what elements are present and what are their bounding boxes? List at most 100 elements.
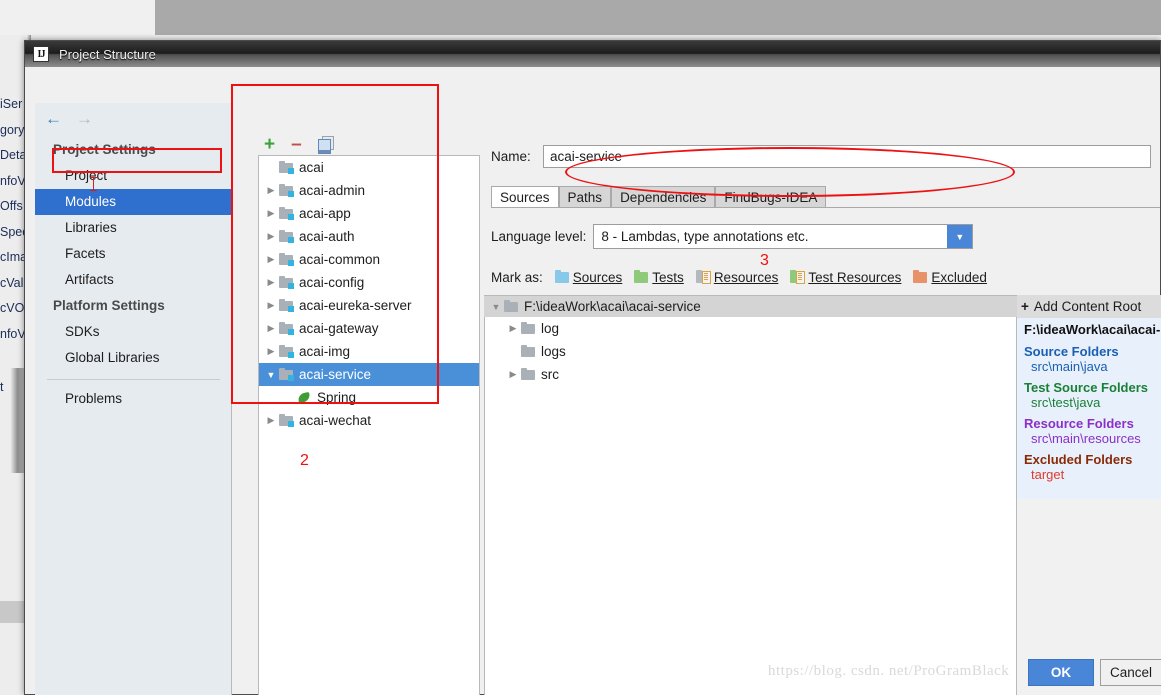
module-tree-row[interactable]: acai: [259, 156, 479, 179]
content-root-header[interactable]: ▼ F:\ideaWork\acai\acai-service: [484, 295, 1017, 317]
twisty-collapsed-icon[interactable]: ▶: [263, 323, 279, 334]
sidebar-item-global-libraries[interactable]: Global Libraries: [35, 345, 232, 371]
language-level-dropdown[interactable]: 8 - Lambdas, type annotations etc. ▼: [593, 224, 974, 249]
copy-module-icon[interactable]: [317, 136, 334, 154]
module-tree-label: acai-service: [299, 367, 372, 382]
background-code-label: gory: [0, 122, 24, 137]
background-code-list: iSer gory Deta nfoV Offs Spec cIma cValu cVO nfoV…: [0, 92, 24, 401]
twisty-collapsed-icon[interactable]: ▶: [263, 415, 279, 426]
twisty-collapsed-icon[interactable]: ▶: [263, 208, 279, 219]
sidebar-item-facets[interactable]: Facets: [35, 241, 232, 267]
folders-section: Source Folders src\main\java: [1017, 341, 1161, 377]
module-tree-row[interactable]: ▶ acai-app: [259, 202, 479, 225]
add-content-root-label: Add Content Root: [1033, 299, 1142, 314]
dialog-titlebar[interactable]: IJ Project Structure: [25, 41, 1160, 67]
background-code-label: nfoV: [0, 326, 24, 341]
mark-as-label-text: Resources: [713, 270, 779, 285]
content-root-folder-row[interactable]: logs: [485, 340, 1016, 363]
background-scrollbar-thumb-lower[interactable]: [0, 601, 24, 623]
background-code-label: nfoV: [0, 173, 24, 188]
module-folder-icon: [279, 183, 294, 197]
tab-dependencies[interactable]: Dependencies: [611, 186, 716, 208]
module-tree-label: Spring: [317, 390, 357, 405]
twisty-collapsed-icon[interactable]: ▶: [263, 254, 279, 265]
twisty-collapsed-icon[interactable]: ▶: [505, 369, 521, 380]
content-root-twisty[interactable]: ▼: [488, 302, 504, 312]
cancel-button[interactable]: Cancel: [1100, 659, 1161, 686]
twisty-collapsed-icon[interactable]: ▶: [263, 231, 279, 242]
tab-paths[interactable]: Paths: [558, 186, 612, 208]
folders-section: Resource Folders src\main\resources: [1017, 413, 1161, 449]
module-tree[interactable]: acai ▶ acai-admin ▶ acai-app ▶ acai-auth ▶ acai-…: [258, 155, 480, 695]
twisty-collapsed-icon[interactable]: ▶: [505, 323, 521, 334]
module-tree-row[interactable]: ▶ acai-auth: [259, 225, 479, 248]
sidebar-item-project[interactable]: Project: [35, 163, 232, 189]
folders-section-value[interactable]: target: [1024, 467, 1161, 485]
module-tree-row[interactable]: Spring: [259, 386, 479, 409]
module-tree-row[interactable]: ▶ acai-gateway: [259, 317, 479, 340]
module-tree-row[interactable]: ▶ acai-admin: [259, 179, 479, 202]
content-root-tree[interactable]: ▶ log logs ▶ src: [484, 317, 1017, 695]
mark-as-sources[interactable]: Sources: [554, 269, 623, 285]
module-tree-row[interactable]: ▶ acai-eureka-server: [259, 294, 479, 317]
sidebar-item-modules[interactable]: Modules: [35, 189, 232, 215]
ok-button[interactable]: OK: [1028, 659, 1094, 686]
folders-panel-filler: [1017, 485, 1161, 499]
chevron-down-icon[interactable]: ▼: [947, 225, 973, 248]
mark-as-tests[interactable]: Tests: [634, 269, 684, 285]
twisty-collapsed-icon[interactable]: ▶: [263, 277, 279, 288]
module-tree-label: acai-config: [299, 275, 365, 290]
sidebar-item-artifacts[interactable]: Artifacts: [35, 267, 232, 293]
mark-as-test-resources[interactable]: Test Resources: [790, 269, 901, 285]
content-root-folder-row[interactable]: ▶ src: [485, 363, 1016, 386]
folder-swatch-icon: [634, 269, 649, 283]
nav-group-header: Platform Settings: [53, 298, 165, 313]
forward-arrow-icon[interactable]: →: [76, 110, 93, 127]
back-arrow-icon[interactable]: ←: [45, 110, 62, 127]
folder-swatch-icon: [554, 269, 569, 283]
settings-nav-list: Project Settings Project Modules Libraries F…: [35, 137, 232, 412]
twisty-collapsed-icon[interactable]: ▶: [263, 346, 279, 357]
resource-lines-icon: [796, 271, 806, 284]
folders-section-value[interactable]: src\main\java: [1024, 359, 1161, 377]
module-tree-row[interactable]: ▶ acai-config: [259, 271, 479, 294]
background-code-label: cVO: [0, 301, 24, 315]
sidebar-item-problems[interactable]: Problems: [35, 386, 232, 412]
module-tree-row[interactable]: ▶ acai-common: [259, 248, 479, 271]
module-tree-label: acai-admin: [299, 183, 366, 198]
mark-as-resources[interactable]: Resources: [695, 269, 779, 285]
resource-lines-icon: [701, 271, 711, 284]
twisty-collapsed-icon[interactable]: ▶: [263, 185, 279, 196]
folders-section: Excluded Folders target: [1017, 449, 1161, 485]
content-root-folder-row[interactable]: ▶ log: [485, 317, 1016, 340]
plus-icon: +: [1021, 299, 1029, 314]
folders-section-title: Excluded Folders: [1024, 452, 1133, 467]
sidebar-item-libraries[interactable]: Libraries: [35, 215, 232, 241]
twisty-collapsed-icon[interactable]: ▶: [263, 300, 279, 311]
sidebar-item-sdks[interactable]: SDKs: [35, 319, 232, 345]
add-content-root-button[interactable]: + Add Content Root: [1017, 295, 1161, 318]
module-folder-icon: [279, 298, 294, 312]
mark-as-label-text: Sources: [572, 270, 623, 285]
module-tree-row[interactable]: ▼ acai-service: [259, 363, 479, 386]
mark-as-row: Mark as: Sources Tests Resources Test Resour…: [491, 269, 999, 285]
folders-section-value[interactable]: src\test\java: [1024, 395, 1161, 413]
tab-findbugs-idea[interactable]: FindBugs-IDEA: [715, 186, 827, 208]
module-tree-label: acai: [299, 160, 324, 175]
folders-section-value[interactable]: src\main\resources: [1024, 431, 1161, 449]
module-tree-row[interactable]: ▶ acai-img: [259, 340, 479, 363]
module-tree-row[interactable]: ▶ acai-wechat: [259, 409, 479, 432]
folder-icon: [504, 299, 519, 313]
background-scrollbar-thumb[interactable]: [10, 368, 24, 473]
mark-as-excluded[interactable]: Excluded: [913, 269, 987, 285]
remove-module-icon[interactable]: –: [291, 135, 302, 154]
folder-swatch-icon: [695, 269, 711, 284]
tab-sources[interactable]: Sources: [491, 186, 559, 208]
module-name-input[interactable]: acai-service: [543, 145, 1151, 168]
dialog-title: Project Structure: [59, 46, 156, 62]
add-module-icon[interactable]: +: [264, 135, 275, 154]
twisty-expanded-icon[interactable]: ▼: [263, 370, 279, 380]
module-folder-icon: [279, 367, 294, 381]
folder-swatch-icon: [790, 269, 806, 284]
background-code-label: cIma: [0, 250, 24, 264]
